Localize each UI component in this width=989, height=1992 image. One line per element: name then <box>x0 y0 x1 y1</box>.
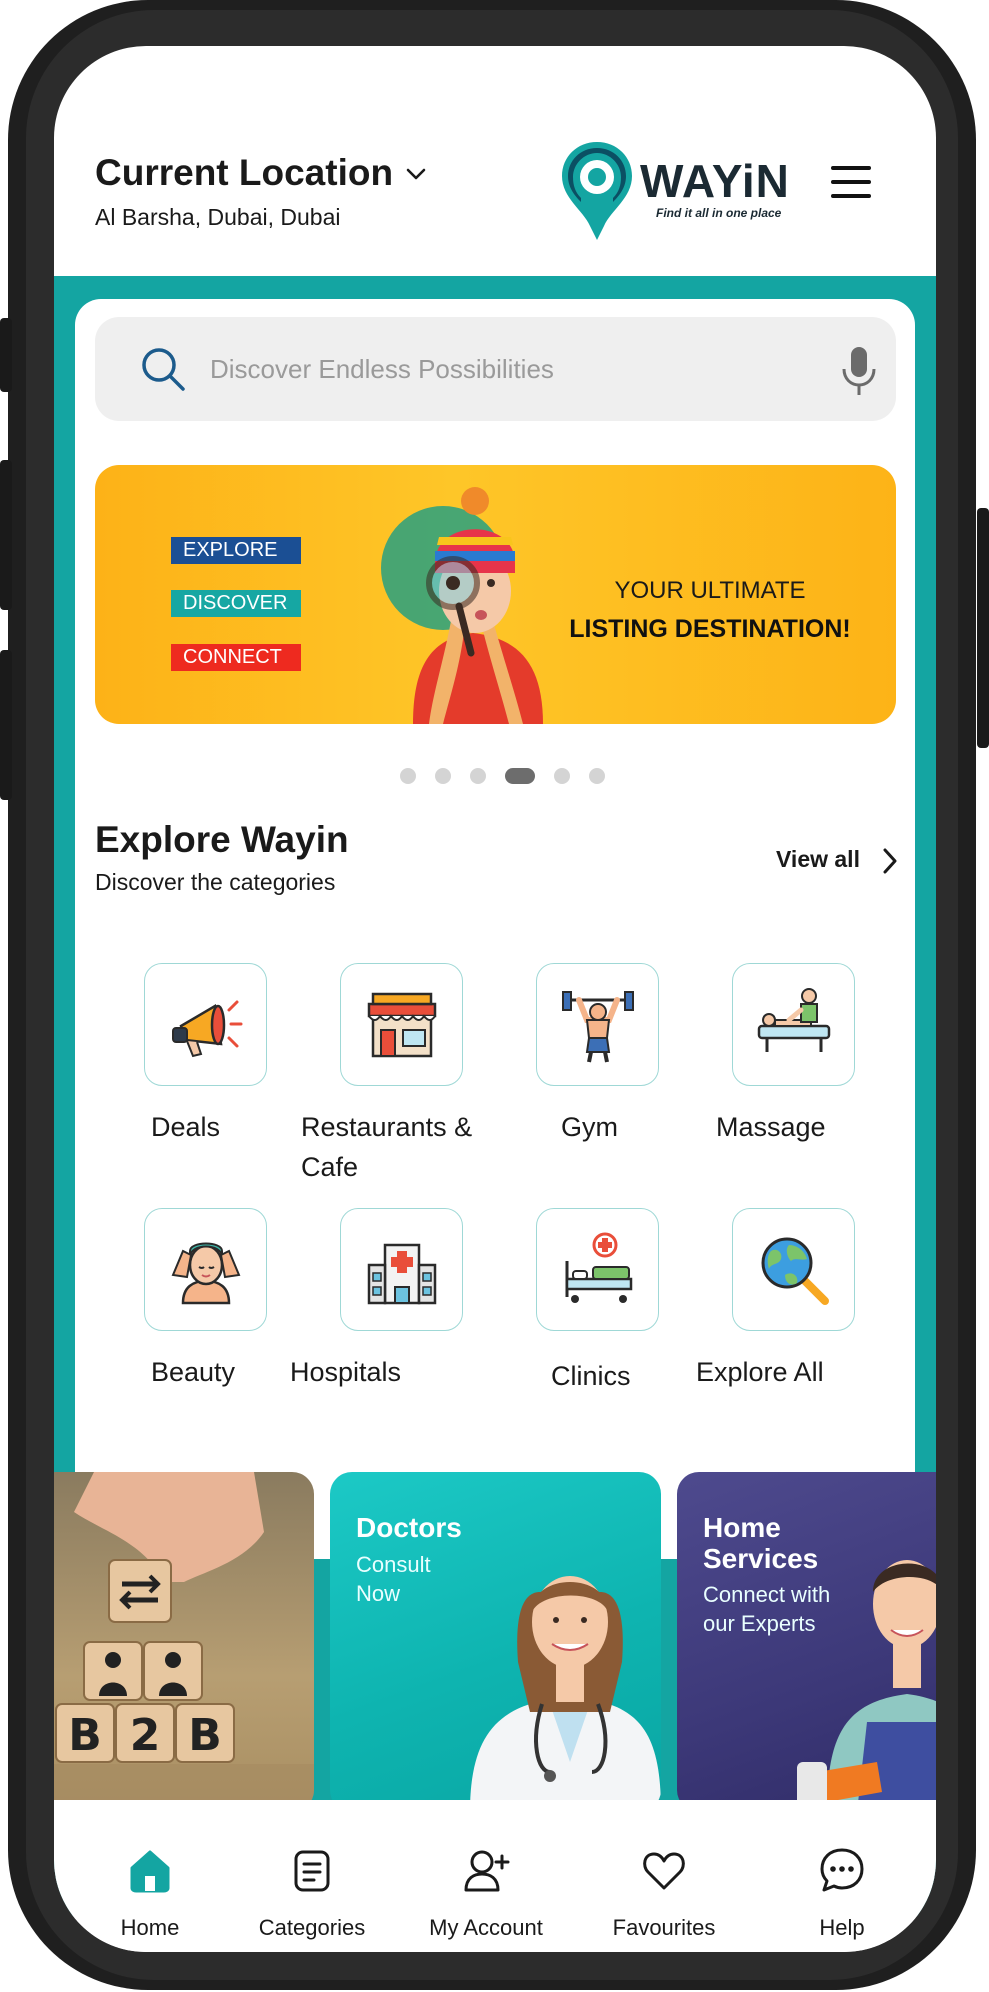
categories-icon <box>294 1850 330 1892</box>
hamburger-menu-icon[interactable] <box>831 166 871 198</box>
app-screen: Current Location Al Barsha, Dubai, Dubai… <box>54 46 936 1952</box>
carousel-dot[interactable] <box>435 768 451 784</box>
category-tile[interactable] <box>732 1208 855 1331</box>
location-address: Al Barsha, Dubai, Dubai <box>95 204 341 230</box>
banner-headline-2: LISTING DESTINATION! <box>569 615 851 643</box>
massage-icon <box>757 988 831 1052</box>
chat-help-icon <box>820 1848 864 1892</box>
home-services-subtitle-2: our Experts <box>703 1611 816 1636</box>
b2b-blocks-image: B 2 B <box>54 1472 314 1812</box>
view-all-link[interactable]: View all <box>776 846 860 873</box>
doctors-subtitle-1: Consult <box>356 1552 431 1577</box>
weightlifter-icon <box>562 991 634 1063</box>
nav-label: My Account <box>429 1915 543 1940</box>
home-services-title-1: Home <box>703 1512 781 1543</box>
globe-search-icon <box>761 1237 829 1305</box>
banner-tag-connect: CONNECT <box>171 644 301 671</box>
phone-side-button <box>0 650 12 800</box>
carousel-dot-active[interactable] <box>505 768 535 784</box>
girl-with-magnifier-image <box>381 487 543 724</box>
nav-item-home[interactable]: Home <box>60 1800 240 1952</box>
nav-label: Home <box>120 1915 180 1940</box>
carousel-dot[interactable] <box>554 768 570 784</box>
category-tile[interactable] <box>144 963 267 1086</box>
megaphone-icon <box>172 1000 243 1058</box>
category-label: Restaurants & Cafe <box>301 1112 473 1182</box>
category-label: Explore All <box>696 1357 824 1387</box>
search-bar[interactable] <box>95 317 896 421</box>
phone-side-button <box>0 460 12 610</box>
nav-item-my-account[interactable]: My Account <box>396 1800 576 1952</box>
category-tile[interactable] <box>144 1208 267 1331</box>
brand-tagline: Find it all in one place <box>656 206 782 220</box>
brand-name: WAYiN <box>640 155 790 207</box>
nav-label: Favourites <box>612 1915 716 1940</box>
svg-text:2: 2 <box>130 1710 161 1761</box>
face-care-icon <box>171 1242 241 1305</box>
promo-banner[interactable]: EXPLORE DISCOVER CONNECT YOUR ULTIMATE L… <box>95 465 896 724</box>
category-label: Hospitals <box>290 1357 402 1387</box>
nav-item-help[interactable]: Help <box>752 1800 932 1952</box>
hospital-bed-icon <box>565 1232 633 1303</box>
banner-tag-explore: EXPLORE <box>171 537 301 564</box>
category-tile[interactable] <box>340 1208 463 1331</box>
section-subtitle: Discover the categories <box>95 869 336 895</box>
carousel-dot[interactable] <box>589 768 605 784</box>
nav-item-favourites[interactable]: Favourites <box>574 1800 754 1952</box>
section-title: Explore Wayin <box>95 819 349 860</box>
location-title[interactable]: Current Location <box>95 152 393 194</box>
b2b-tile[interactable]: B 2 B <box>54 1472 314 1812</box>
phone-side-button <box>0 318 12 392</box>
heart-icon <box>643 1852 685 1890</box>
home-icon <box>130 1850 170 1893</box>
nav-label: Categories <box>258 1915 366 1940</box>
doctors-subtitle-2: Now <box>356 1581 401 1606</box>
wayin-logo-pin-icon <box>562 142 632 240</box>
nav-item-categories[interactable]: Categories <box>222 1800 402 1952</box>
search-input[interactable] <box>210 347 810 391</box>
search-icon[interactable] <box>139 345 187 393</box>
nav-label: Help <box>819 1915 865 1940</box>
category-tile[interactable] <box>732 963 855 1086</box>
phone-side-button <box>977 508 989 748</box>
carousel-dot[interactable] <box>400 768 416 784</box>
hospital-icon <box>367 1243 437 1305</box>
category-tile[interactable] <box>536 1208 659 1331</box>
doctors-tile[interactable]: Doctors Consult Now <box>330 1472 661 1812</box>
add-user-icon <box>464 1850 510 1892</box>
chevron-right-icon[interactable] <box>880 847 900 875</box>
banner-headline-1: YOUR ULTIMATE <box>614 577 806 604</box>
chevron-down-icon[interactable] <box>406 164 426 184</box>
svg-text:B: B <box>188 1710 222 1761</box>
category-tile[interactable] <box>340 963 463 1086</box>
bottom-navigation: Home Categories My Account Favourites He… <box>54 1800 936 1952</box>
microphone-icon[interactable] <box>839 345 879 397</box>
home-services-subtitle-1: Connect with <box>703 1582 831 1607</box>
doctors-title: Doctors <box>356 1512 462 1543</box>
svg-text:B: B <box>68 1710 102 1761</box>
carousel-dot[interactable] <box>470 768 486 784</box>
category-tile[interactable] <box>536 963 659 1086</box>
banner-tag-discover: DISCOVER <box>171 590 301 617</box>
category-label: Massage <box>716 1112 826 1142</box>
home-services-title-2: Services <box>703 1543 819 1574</box>
home-services-tile[interactable]: Home Services Connect with our Experts <box>677 1472 936 1812</box>
restaurant-icon <box>367 992 437 1058</box>
